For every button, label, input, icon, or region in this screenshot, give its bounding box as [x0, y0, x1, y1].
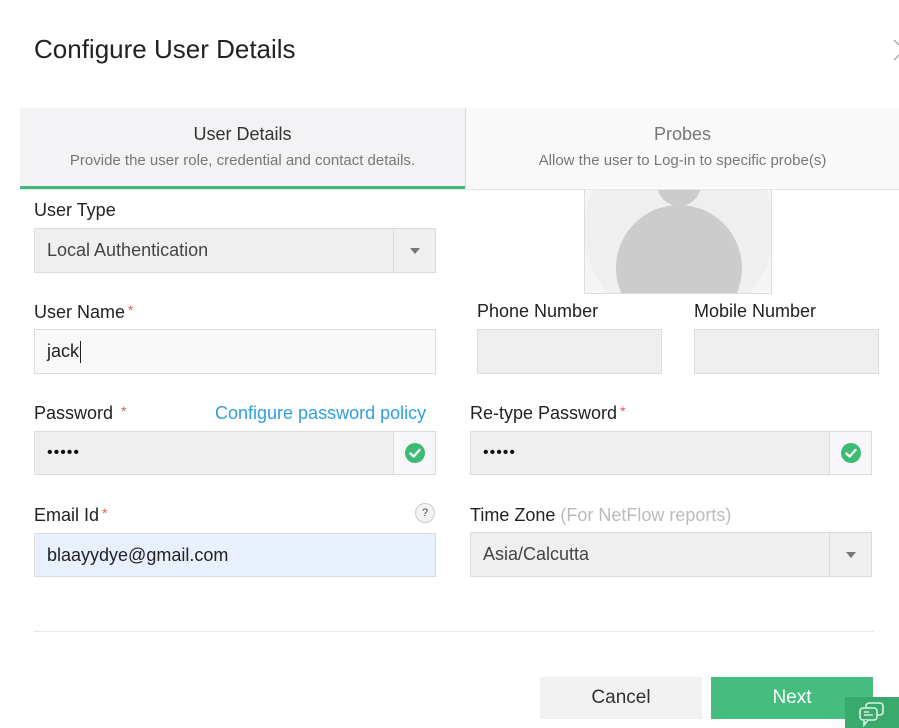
chevron-down-icon	[845, 551, 856, 558]
phone-number-label: Phone Number	[477, 301, 599, 321]
password-label-text: Password	[34, 403, 114, 423]
time-zone-dropdown-button[interactable]	[829, 533, 871, 576]
tab-subtitle: Allow the user to Log-in to specific pro…	[538, 152, 827, 169]
password-input[interactable]: •••••	[34, 431, 436, 475]
check-circle-icon	[404, 443, 425, 463]
text-cursor	[80, 340, 82, 363]
check-circle-icon	[840, 443, 861, 463]
tab-probes[interactable]: Probes Allow the user to Log-in to speci…	[465, 108, 899, 188]
required-mark: *	[102, 505, 108, 521]
retype-password-valid-indicator	[829, 432, 871, 474]
chevron-down-icon	[409, 247, 420, 254]
chat-icon	[859, 702, 884, 727]
cancel-button[interactable]: Cancel	[540, 677, 702, 719]
time-zone-value: Asia/Calcutta	[483, 544, 590, 564]
help-icon[interactable]: ?	[415, 503, 435, 523]
mobile-number-label: Mobile Number	[694, 301, 817, 321]
time-zone-label: Time Zone (For NetFlow reports)	[470, 505, 731, 526]
user-type-label: User Type	[34, 200, 116, 220]
wizard-tabs: User Details Provide the user role, cred…	[20, 108, 899, 190]
user-type-value: Local Authentication	[47, 240, 209, 260]
tab-label: Probes	[653, 124, 712, 144]
time-zone-select[interactable]: Asia/Calcutta	[470, 532, 872, 577]
dialog-title: Configure User Details	[34, 34, 296, 64]
email-label-text: Email Id	[34, 505, 100, 525]
avatar[interactable]	[584, 190, 772, 294]
user-type-select[interactable]: Local Authentication	[34, 228, 436, 273]
password-value: •••••	[47, 444, 81, 461]
tab-label: User Details	[193, 124, 292, 144]
chat-button[interactable]	[845, 697, 899, 728]
close-icon[interactable]	[890, 36, 899, 64]
required-mark: *	[620, 403, 626, 419]
tab-subtitle: Provide the user role, credential and co…	[69, 152, 416, 169]
phone-number-input[interactable]	[477, 329, 662, 374]
time-zone-label-text: Time Zone	[470, 505, 556, 525]
time-zone-hint: (For NetFlow reports)	[560, 505, 732, 525]
user-placeholder-icon	[585, 190, 771, 293]
mobile-number-input[interactable]	[694, 329, 879, 374]
configure-password-policy-link[interactable]: Configure password policy	[215, 403, 426, 424]
retype-password-input[interactable]: •••••	[470, 431, 872, 475]
user-name-value: jack	[47, 341, 80, 361]
retype-password-label-text: Re-type Password	[470, 403, 618, 423]
required-mark: *	[121, 403, 127, 419]
footer-divider	[34, 631, 874, 632]
retype-password-label: Re-type Password *	[470, 403, 626, 424]
retype-password-value: •••••	[483, 444, 517, 461]
user-name-label-text: User Name	[34, 302, 126, 322]
email-value: blaayydye@gmail.com	[47, 544, 229, 565]
tab-user-details[interactable]: User Details Provide the user role, cred…	[20, 108, 465, 189]
password-label: Password *	[34, 403, 127, 424]
required-mark: *	[128, 302, 134, 318]
user-type-dropdown-button[interactable]	[393, 229, 435, 272]
email-label: Email Id *	[34, 505, 107, 526]
user-name-input[interactable]: jack	[34, 329, 436, 374]
password-valid-indicator	[393, 432, 435, 474]
email-input[interactable]: blaayydye@gmail.com	[34, 533, 436, 577]
user-name-label: User Name *	[34, 302, 133, 323]
